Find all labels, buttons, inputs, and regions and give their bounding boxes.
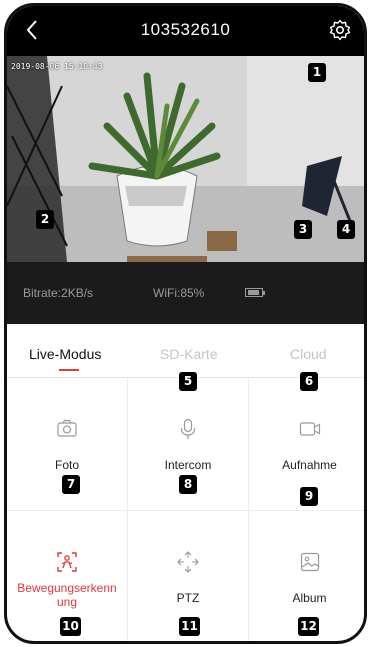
mode-tabs: Live-Modus SD-Karte Cloud — [7, 324, 364, 378]
marker-7: 7 — [62, 475, 80, 494]
motion-detection-label-line1: Bewegungserkenn — [17, 581, 117, 595]
marker-2: 2 — [36, 210, 54, 229]
record-label: Aufnahme — [282, 458, 337, 472]
marker-6: 6 — [300, 372, 318, 391]
intercom-label: Intercom — [164, 458, 212, 472]
video-timestamp: 2019-08-06 15:10:43 — [11, 62, 103, 71]
function-grid: Foto Intercom Aufnahme Bewegungserkenn u… — [7, 378, 364, 641]
battery-icon — [245, 288, 265, 297]
status-bar: Bitrate:2KB/s WiFi:85% — [7, 262, 364, 324]
marker-5: 5 — [179, 372, 197, 391]
microphone-icon — [180, 418, 196, 439]
album-icon — [300, 552, 319, 572]
marker-4: 4 — [337, 220, 355, 239]
top-bar: 103532610 — [7, 6, 364, 56]
bitrate-text: Bitrate:2KB/s — [23, 286, 94, 300]
phone-frame: 103532610 2019-08-06 15:10:43 Bitrate:2K… — [4, 3, 367, 644]
marker-8: 8 — [179, 475, 197, 494]
motion-detection-label: Bewegungserkenn ung — [7, 581, 127, 609]
motion-detection-label-line2: ung — [56, 595, 78, 609]
album-label: Album — [292, 591, 327, 605]
marker-10: 10 — [60, 617, 81, 636]
ptz-arrows-icon — [177, 551, 199, 573]
video-record-icon — [299, 422, 320, 436]
photo-label: Foto — [54, 458, 79, 472]
active-tab-underline — [59, 369, 79, 371]
marker-12: 12 — [298, 617, 319, 636]
marker-1: 1 — [308, 63, 326, 82]
wifi-signal-text: WiFi:85% — [153, 286, 205, 300]
camera-icon — [57, 419, 77, 437]
marker-3: 3 — [294, 220, 312, 239]
gear-icon[interactable] — [328, 18, 352, 42]
tab-sd-card[interactable]: SD-Karte — [160, 346, 218, 362]
marker-11: 11 — [179, 617, 200, 636]
ptz-label: PTZ — [176, 591, 200, 605]
device-title: 103532610 — [140, 20, 231, 39]
marker-9: 9 — [300, 487, 318, 506]
tab-live-mode[interactable]: Live-Modus — [29, 346, 101, 362]
motion-detection-icon — [57, 552, 77, 572]
tab-cloud[interactable]: Cloud — [290, 346, 327, 362]
